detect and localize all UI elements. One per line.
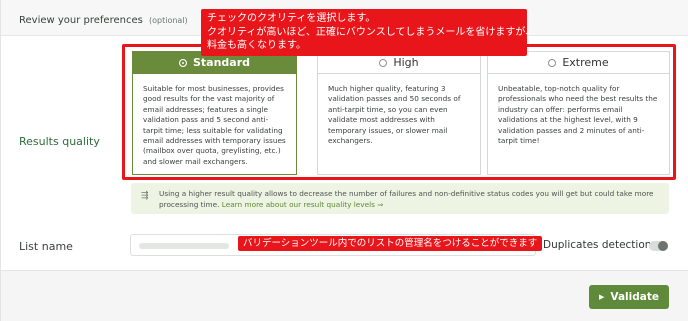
annotation-line: 料金も高くなります。 [207, 40, 306, 51]
form-footer [1, 270, 688, 321]
quality-info-text: Using a higher result quality allows to … [159, 188, 659, 210]
list-name-label: List name [19, 240, 73, 253]
learn-more-link[interactable]: Learn more about our result quality leve… [222, 200, 384, 209]
annotation-line: クオリティが高いほど、正確にバウンスしてしまうメールを省けますが、 [207, 26, 536, 38]
quality-info-box: ⇶ Using a higher result quality allows t… [131, 183, 669, 214]
annotation-highlight-frame [122, 44, 676, 180]
list-name-blurred-value [139, 243, 229, 249]
results-quality-label: Results quality [19, 135, 100, 148]
annotation-list-name-note: バリデーションツール内でのリストの管理名をつけることができます [238, 236, 543, 251]
preferences-title: Review your preferences (optional) [19, 15, 188, 26]
info-sliders-icon: ⇶ [141, 191, 149, 201]
annotation-line: チェックのクオリティを選択します。 [207, 13, 376, 24]
preferences-title-text: Review your preferences [19, 15, 143, 26]
duplicates-detection-label: Duplicates detection [543, 239, 652, 251]
annotation-quality-note: チェックのクオリティを選択します。 クオリティが高いほど、正確にバウンスしてしま… [201, 9, 536, 56]
validate-button-label: Validate [610, 291, 659, 303]
duplicates-detection-toggle[interactable] [649, 241, 668, 251]
toggle-knob[interactable] [658, 241, 668, 251]
preferences-optional-label: (optional) [149, 16, 188, 25]
preferences-card: Review your preferences (optional) Resul… [0, 0, 688, 321]
play-icon: ▶ [599, 293, 605, 301]
validate-button[interactable]: ▶ Validate [589, 285, 669, 309]
